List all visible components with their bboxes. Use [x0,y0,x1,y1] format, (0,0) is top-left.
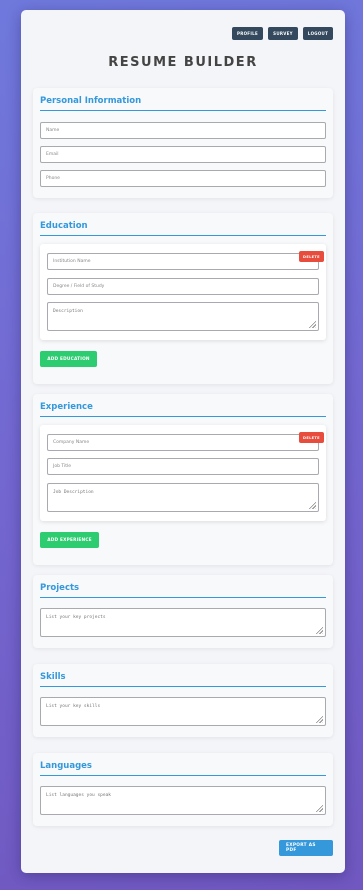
survey-button[interactable]: SURVEY [268,27,298,40]
top-nav: PROFILE SURVEY LOGOUT [232,27,333,40]
profile-button[interactable]: PROFILE [232,27,263,40]
resize-handle[interactable] [308,501,316,509]
add-education-button[interactable]: ADD EDUCATION [40,351,97,367]
section-divider [40,110,326,111]
textarea-placeholder: List your key skills [46,704,101,709]
education-entry: Institution Name Degree / Field of Study… [40,244,326,340]
education-description-field[interactable]: Description [47,302,319,331]
projects-field[interactable]: List your key projects [40,608,326,637]
logout-button[interactable]: LOGOUT [303,27,333,40]
section-heading: Education [40,221,88,231]
degree-field[interactable]: Degree / Field of Study [47,278,319,295]
skills-field[interactable]: List your key skills [40,697,326,726]
section-heading: Experience [40,402,93,412]
name-field[interactable]: Name [40,122,326,139]
section-heading: Skills [40,672,66,682]
textarea-placeholder: Job Description [53,490,94,495]
experience-entry: Company Name Job Title Job Description D… [40,425,326,521]
section-heading: Personal Information [40,96,142,106]
textarea-placeholder: List your key projects [46,615,106,620]
textarea-placeholder: Description [53,309,83,314]
page-title: RESUME BUILDER [108,55,258,70]
institution-field[interactable]: Institution Name [47,253,319,270]
section-heading: Languages [40,761,92,771]
textarea-placeholder: List languages you speak [46,793,112,798]
projects-section: Projects List your key projects [33,575,333,648]
section-divider [40,597,326,598]
add-experience-button[interactable]: ADD EXPERIENCE [40,532,99,548]
section-divider [40,416,326,417]
resize-handle[interactable] [308,320,316,328]
resize-handle[interactable] [315,626,323,634]
section-divider [40,235,326,236]
section-heading: Projects [40,583,80,593]
languages-field[interactable]: List languages you speak [40,786,326,815]
job-description-field[interactable]: Job Description [47,483,319,512]
section-divider [40,686,326,687]
section-divider [40,775,326,776]
skills-section: Skills List your key skills [33,664,333,737]
phone-field[interactable]: Phone [40,170,326,187]
export-pdf-button[interactable]: EXPORT AS PDF [279,840,333,856]
delete-education-button[interactable]: DELETE [299,251,324,262]
resize-handle[interactable] [315,804,323,812]
experience-section: Experience Company Name Job Title Job De… [33,394,333,565]
email-field[interactable]: Email [40,146,326,163]
education-section: Education Institution Name Degree / Fiel… [33,213,333,384]
languages-section: Languages List languages you speak [33,753,333,826]
job-title-field[interactable]: Job Title [47,458,319,475]
personal-info-section: Personal Information Name Email Phone [33,88,333,198]
resume-card: PROFILE SURVEY LOGOUT RESUME BUILDER Per… [21,10,345,873]
company-field[interactable]: Company Name [47,434,319,451]
delete-experience-button[interactable]: DELETE [299,432,324,443]
resize-handle[interactable] [315,715,323,723]
